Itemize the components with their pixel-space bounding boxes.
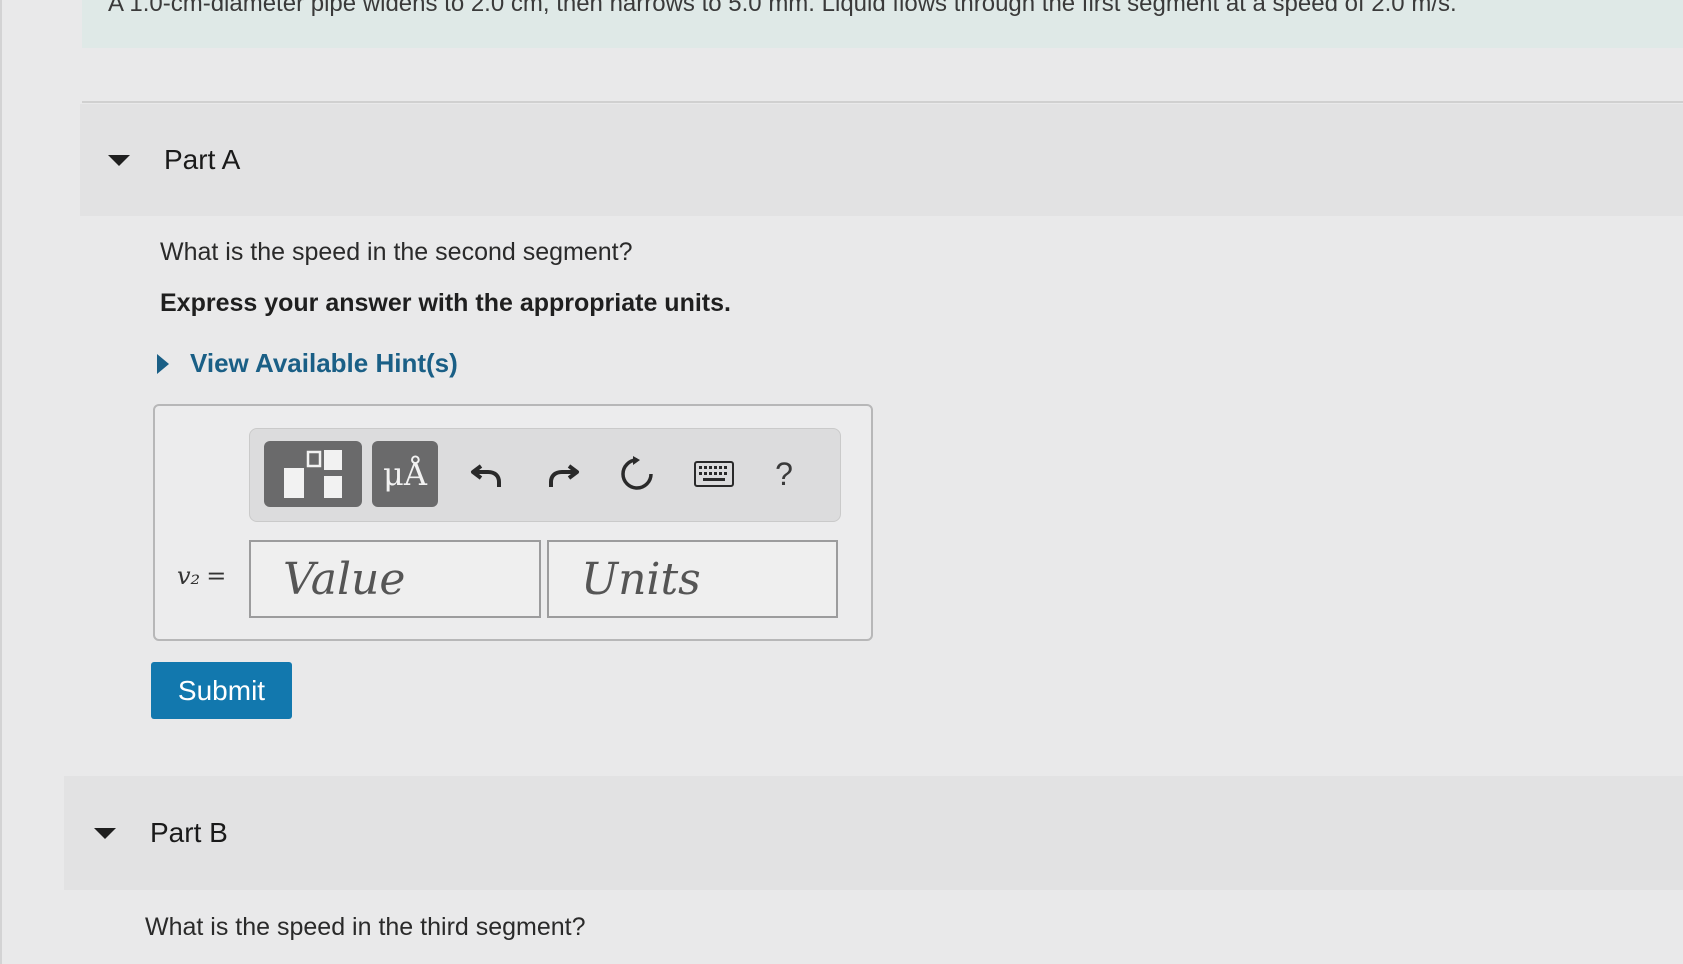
value-input[interactable]: Value [249, 540, 541, 618]
templates-button[interactable] [264, 441, 362, 507]
collapse-triangle-icon[interactable] [94, 827, 116, 839]
part-a-instruction: Express your answer with the appropriate… [160, 289, 731, 317]
reset-button[interactable] [610, 447, 664, 501]
units-symbol: μÅ [383, 455, 427, 493]
undo-button[interactable] [460, 447, 514, 501]
collapse-triangle-icon[interactable] [108, 154, 130, 166]
view-hints-link[interactable]: View Available Hint(s) [190, 348, 458, 379]
part-b-question: What is the speed in the third segment? [145, 913, 586, 941]
view-hints-toggle[interactable]: View Available Hint(s) [157, 348, 458, 379]
units-input[interactable]: Units [547, 540, 838, 618]
undo-icon [471, 464, 501, 487]
templates-icon [284, 450, 342, 498]
expand-triangle-icon [157, 353, 169, 374]
redo-button[interactable] [536, 447, 590, 501]
units-button[interactable]: μÅ [372, 441, 438, 507]
problem-statement: A 1.0-cm-diameter pipe widens to 2.0 cm,… [108, 0, 1457, 17]
problem-statement-banner: A 1.0-cm-diameter pipe widens to 2.0 cm,… [82, 0, 1683, 48]
keyboard-icon [694, 461, 734, 487]
part-a-title: Part A [164, 144, 241, 175]
help-button[interactable]: ? [762, 447, 806, 501]
part-a-header[interactable]: Part A [80, 104, 1683, 216]
part-b-title: Part B [150, 817, 228, 848]
equals-sign: = [206, 562, 227, 590]
section-divider [82, 101, 1683, 103]
redo-icon [549, 464, 579, 487]
submit-button[interactable]: Submit [151, 662, 292, 719]
reset-icon [621, 456, 653, 490]
part-a-question: What is the speed in the second segment? [160, 238, 633, 266]
variable-label: v₂ = [177, 562, 226, 590]
page-edge [0, 0, 2, 964]
part-b-header[interactable]: Part B [64, 776, 1683, 890]
math-toolbar: μÅ ? [249, 428, 841, 522]
variable-symbol: v₂ [177, 562, 201, 590]
answer-box: μÅ ? v₂ = Value Units [153, 404, 873, 641]
keyboard-button[interactable] [686, 447, 742, 501]
